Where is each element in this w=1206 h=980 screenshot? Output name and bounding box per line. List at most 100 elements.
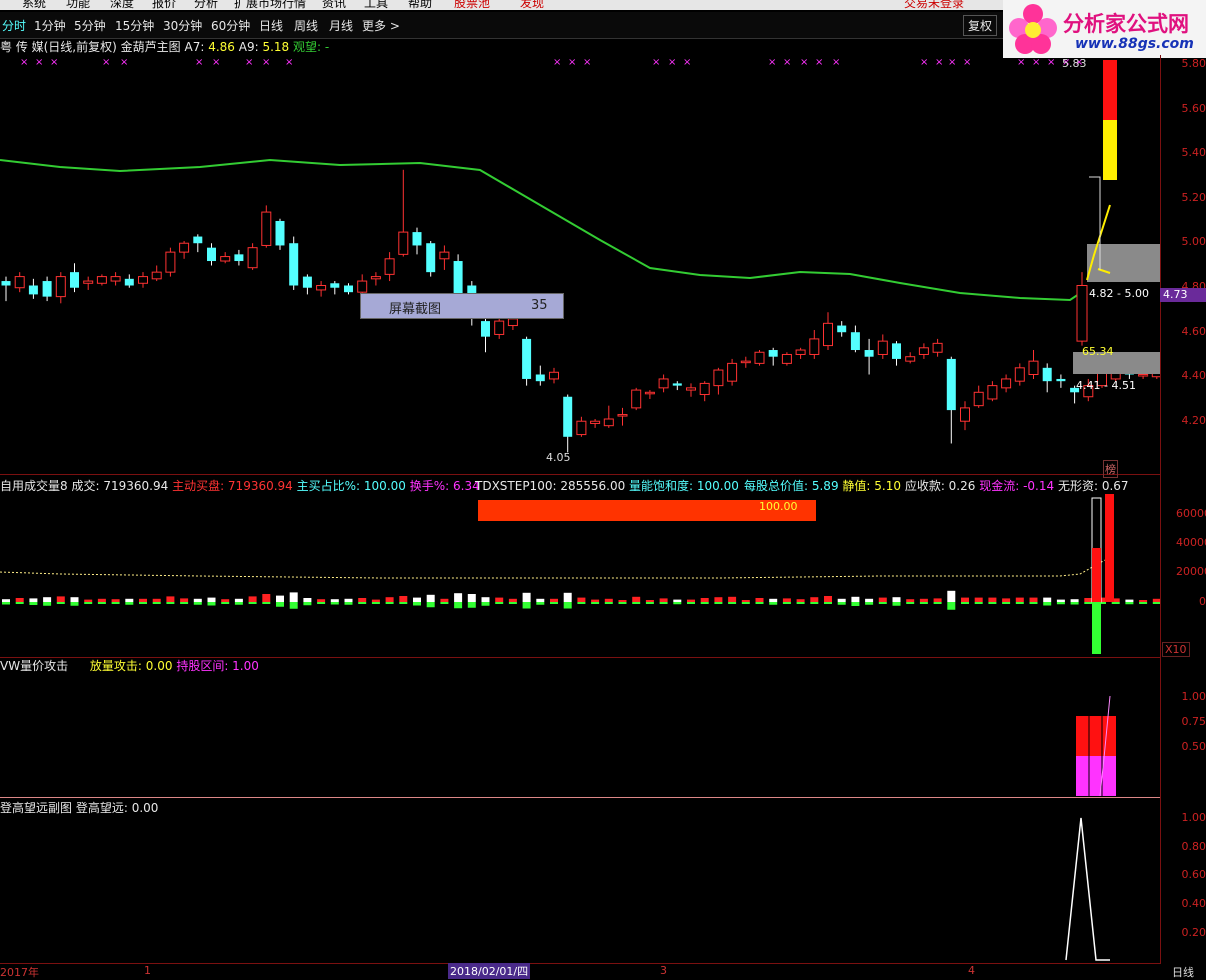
price-axis-label: 4.40: [1181, 369, 1206, 382]
range-box-label: 4.82 - 5.00: [1089, 287, 1149, 300]
volume-axis-label: 40000: [1176, 536, 1206, 549]
candles: [1, 169, 1160, 453]
range-label-lower: 4.41 - 4.51: [1076, 379, 1136, 392]
menu-item-news[interactable]: 资讯: [322, 0, 346, 10]
moving-average-line: [0, 158, 1086, 302]
menu-item-quote[interactable]: 报价: [152, 0, 176, 10]
price-axis-label: 4.60: [1181, 325, 1206, 338]
menu-item-stock-pool[interactable]: 股票池: [454, 0, 490, 10]
price-axis-label: 4.20: [1181, 414, 1206, 427]
svg-text:×: ×: [832, 57, 840, 68]
period-tab-1min[interactable]: 1分钟: [34, 17, 66, 34]
svg-text:×: ×: [920, 57, 928, 68]
menu-item-system[interactable]: 系统: [22, 0, 46, 10]
volume-axis-label: 60000: [1176, 507, 1206, 520]
candlestick-chart[interactable]: × × × × × × × × × × × × × × × × × × × × × × × × × × × × × ×: [0, 55, 1160, 474]
price-axis-label: 5.40: [1181, 146, 1206, 159]
attack-chart[interactable]: [0, 658, 1160, 798]
svg-text:×: ×: [683, 57, 691, 68]
static-value: 静值: 5.10: [842, 479, 901, 493]
flower-logo-icon: [1009, 4, 1057, 54]
dgw-chart[interactable]: [0, 798, 1160, 963]
dgw-axis-label: 0.40: [1181, 897, 1206, 910]
menu-item-depth[interactable]: 深度: [110, 0, 134, 10]
price-axis-label: 5.00: [1181, 235, 1206, 248]
svg-text:×: ×: [583, 57, 591, 68]
screenshot-tooltip-text: 屏幕截图: [389, 302, 442, 317]
volume-indicator-name: 自用成交量8: [0, 479, 68, 493]
period-tab-60min[interactable]: 60分钟: [211, 17, 250, 34]
receivables-value: 应收款: 0.26: [904, 479, 976, 493]
screenshot-tooltip[interactable]: 屏幕截图 35: [360, 293, 564, 319]
period-tab-15min[interactable]: 15分钟: [115, 17, 154, 34]
volume-bars: [2, 590, 1160, 610]
svg-text:×: ×: [285, 57, 293, 68]
dgw-axis-label: 0.80: [1181, 840, 1206, 853]
period-tab-week[interactable]: 周线: [294, 17, 318, 34]
volume-ma-line: [0, 559, 1106, 579]
volume-chart[interactable]: [0, 492, 1160, 657]
tdxstep-value: TDXSTEP100: 285556.00: [475, 479, 626, 493]
volume-bar-sell: [1092, 602, 1101, 654]
volume-value: 成交: 719360.94: [71, 479, 169, 493]
svg-text:×: ×: [120, 57, 128, 68]
period-tab-more[interactable]: 更多 >: [362, 17, 400, 34]
time-cursor-label: 2018/02/01/四: [448, 963, 531, 979]
signal-markers: × × × × × × × × × × × × × × × × × × × × × × × × × × × × × ×: [20, 57, 1083, 68]
time-label-month: 1: [144, 964, 151, 977]
svg-text:×: ×: [783, 57, 791, 68]
volume-scale-badge: X10: [1162, 642, 1190, 657]
dgw-line: [1065, 817, 1110, 961]
menu-item-help[interactable]: 帮助: [408, 0, 432, 10]
svg-text:×: ×: [668, 57, 676, 68]
price-axis-label: 5.60: [1181, 102, 1206, 115]
rank-badge: 榜: [1103, 460, 1118, 478]
logo-url: www.88gs.com: [1075, 36, 1194, 52]
signal-bar-red: [1103, 60, 1117, 120]
stock-name: 粤 传 媒(日线,前复权): [0, 40, 117, 54]
svg-text:×: ×: [963, 57, 971, 68]
range-box-upper: [1087, 244, 1160, 282]
svg-text:×: ×: [652, 57, 660, 68]
svg-text:×: ×: [245, 57, 253, 68]
menu-item-function[interactable]: 功能: [66, 0, 90, 10]
menu-item-ext-market[interactable]: 扩展市场行情: [234, 0, 306, 10]
a7-label: A7:: [184, 40, 209, 54]
price-axis-label: 5.20: [1181, 191, 1206, 204]
svg-text:×: ×: [1047, 57, 1055, 68]
svg-text:×: ×: [948, 57, 956, 68]
time-axis: 2017年 1 2018/02/01/四 3 4 日线: [0, 963, 1206, 979]
svg-text:×: ×: [262, 57, 270, 68]
dgw-axis-label: 0.60: [1181, 868, 1206, 881]
low-price-label: 4.05: [546, 451, 571, 464]
period-tab-5min[interactable]: 5分钟: [74, 17, 106, 34]
attack-axis-label: 0.75: [1181, 715, 1206, 728]
menu-item-tools[interactable]: 工具: [364, 0, 388, 10]
a9-label: A9:: [238, 40, 263, 54]
period-tab-day[interactable]: 日线: [259, 17, 283, 34]
period-tab-month[interactable]: 月线: [329, 17, 353, 34]
svg-text:×: ×: [815, 57, 823, 68]
svg-text:×: ×: [1017, 57, 1025, 68]
svg-text:×: ×: [20, 57, 28, 68]
turnover-value: 换手%: 6.34: [409, 479, 480, 493]
attack-bar-red: [1076, 716, 1116, 756]
cashflow-value: 现金流: -0.14: [979, 479, 1055, 493]
attack-axis-label: 1.00: [1181, 690, 1206, 703]
attack-bar-magenta: [1076, 756, 1116, 796]
price-axis-label: 5.80: [1181, 57, 1206, 70]
volume-bar-active: [1105, 494, 1114, 602]
volume-bar-last: [1092, 548, 1101, 602]
svg-text:×: ×: [1032, 57, 1040, 68]
menu-item-discover[interactable]: 发现: [520, 0, 544, 10]
fuquan-button[interactable]: 复权: [963, 15, 998, 36]
period-tab-30min[interactable]: 30分钟: [163, 17, 202, 34]
dgw-axis-label: 0.20: [1181, 926, 1206, 939]
login-status[interactable]: 交易未登录: [904, 0, 964, 10]
svg-text:×: ×: [800, 57, 808, 68]
svg-text:×: ×: [212, 57, 220, 68]
period-tab-intraday[interactable]: 分时: [2, 17, 26, 34]
high-price-label: 5.83: [1062, 57, 1087, 70]
menu-item-analysis[interactable]: 分析: [194, 0, 218, 10]
svg-text:×: ×: [50, 57, 58, 68]
